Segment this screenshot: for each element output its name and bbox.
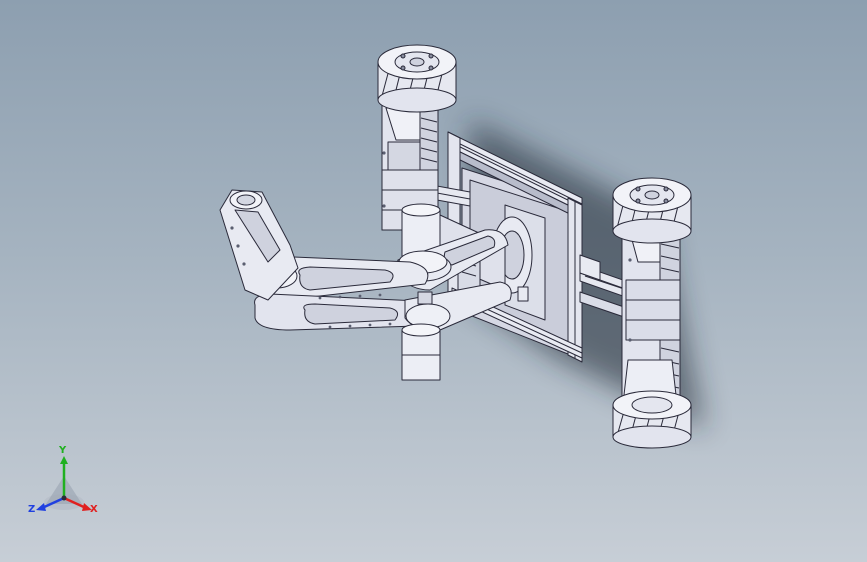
triad-z-label: Z	[28, 504, 36, 515]
cad-model-view[interactable]	[0, 0, 867, 562]
left-mecanum-wheel[interactable]	[377, 44, 457, 113]
triad-y-label: Y	[59, 445, 67, 456]
y-axis-arrow	[60, 456, 68, 464]
z-axis-arrow	[36, 503, 46, 511]
right-top-mecanum-wheel[interactable]	[612, 177, 692, 244]
graphics-viewport[interactable]: Y X Z	[0, 0, 867, 562]
reference-triad: Y X Z	[22, 446, 106, 526]
right-bottom-mecanum-wheel[interactable]	[612, 390, 692, 449]
triad-x-label: X	[90, 504, 98, 515]
lower-motor[interactable]	[401, 323, 441, 381]
